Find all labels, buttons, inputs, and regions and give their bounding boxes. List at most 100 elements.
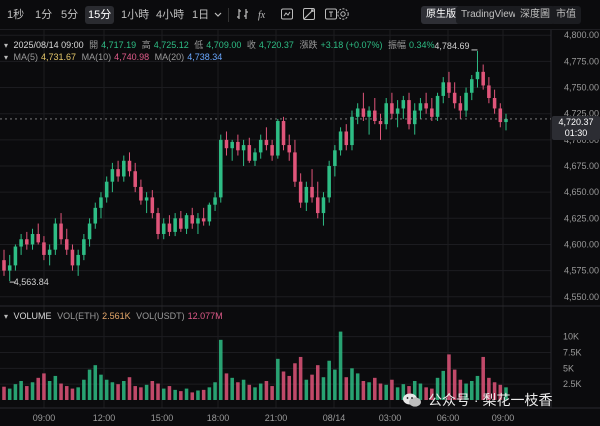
candle-body [139, 186, 143, 201]
candle-body [281, 121, 286, 146]
volume-bar [367, 382, 371, 400]
volume-bar [333, 369, 337, 400]
candle-body [224, 139, 229, 149]
volume-bar [270, 386, 274, 400]
timeframe-5m[interactable]: 5分 [58, 6, 81, 24]
candle [42, 236, 46, 261]
toolbar-divider [228, 8, 229, 22]
low-price-marker: 4,563.84 [14, 277, 49, 287]
wechat-icon [403, 393, 421, 407]
volume-bar [116, 384, 120, 400]
candle [2, 249, 6, 276]
tab-native[interactable]: 原生版 [421, 6, 461, 24]
timeframe-1h[interactable]: 1小時 [118, 6, 152, 24]
open-value: 4,717.19 [101, 40, 137, 50]
timeframe-1d[interactable]: 1日 [189, 6, 212, 24]
price-axis-label: 4,550.00 [564, 292, 599, 302]
candle-countdown: 01:30 [564, 128, 588, 138]
high-value: 4,725.12 [153, 40, 189, 50]
time-axis-label: 03:00 [379, 413, 402, 423]
volume-bar [355, 373, 360, 400]
vol-usdt-label: VOL(USDT) [136, 311, 185, 321]
volume-bar [207, 387, 212, 400]
tab-market-cap[interactable]: 市值 [551, 6, 581, 24]
candle-body [310, 186, 314, 198]
timeframe-4h[interactable]: 4小時 [153, 6, 187, 24]
candle [53, 218, 58, 255]
bar-chart-type-icon[interactable] [236, 7, 250, 21]
candlestick-chart[interactable]: 4,800.004,775.004,750.004,725.004,700.00… [0, 30, 600, 426]
candle-body [430, 108, 434, 117]
tab-tradingview[interactable]: TradingView [456, 6, 522, 24]
candle-body [407, 100, 411, 125]
candle-body [412, 110, 417, 125]
ma20-value: 4,738.34 [187, 52, 223, 62]
chart-area[interactable]: 4,800.004,775.004,750.004,725.004,700.00… [0, 30, 600, 426]
candle-body [36, 234, 40, 243]
candle [327, 160, 331, 203]
volume-bar [390, 379, 394, 400]
candle [241, 139, 246, 166]
candle [224, 131, 229, 156]
candle [236, 134, 240, 156]
collapse-arrow-icon[interactable]: ▾ [4, 53, 8, 62]
candle-body [447, 82, 451, 93]
candle-body [401, 100, 406, 109]
volume-axis-label: 5K [563, 363, 574, 373]
close-label: 收 [246, 40, 256, 50]
compare-icon[interactable] [280, 7, 294, 21]
drawing-icon[interactable] [302, 7, 316, 21]
candle-body [452, 92, 457, 104]
candle-body [82, 239, 86, 255]
candle [82, 234, 86, 261]
volume-bar [395, 387, 400, 400]
time-axis-label: 06:00 [437, 413, 460, 423]
candle-body [247, 145, 252, 161]
candle [373, 98, 377, 125]
candle-body [25, 239, 29, 245]
candle-body [492, 98, 497, 109]
timeframe-1m[interactable]: 1分 [32, 6, 55, 24]
candle [492, 89, 497, 114]
candle [59, 213, 63, 245]
volume-bar [241, 379, 246, 400]
candle [470, 74, 474, 101]
time-axis-label: 12:00 [93, 413, 116, 423]
candle-body [287, 145, 291, 153]
candle [407, 92, 411, 130]
candle [293, 139, 297, 187]
price-axis-label: 4,625.00 [564, 213, 599, 223]
candle-body [390, 103, 394, 114]
timeframe-15m[interactable]: 15分 [85, 6, 115, 24]
candle [361, 92, 366, 122]
chevron-down-icon[interactable] [214, 8, 222, 22]
volume-bar [19, 381, 23, 400]
settings-icon[interactable] [336, 7, 350, 21]
volume-bar [201, 389, 206, 400]
collapse-arrow-icon[interactable]: ▾ [4, 312, 8, 321]
candle-body [116, 169, 120, 177]
price-axis-label: 4,775.00 [564, 56, 599, 66]
indicator-icon[interactable]: fx [258, 7, 272, 21]
collapse-arrow-icon[interactable]: ▾ [4, 41, 8, 50]
candle-body [293, 152, 297, 182]
volume-bar [173, 389, 177, 400]
candle-body [42, 242, 46, 255]
candle [458, 95, 463, 119]
volume-bar [122, 381, 126, 400]
candle-body [47, 249, 52, 255]
volume-bar [219, 339, 223, 400]
tab-depth[interactable]: 深度圖 [515, 6, 555, 24]
timeframe-1s[interactable]: 1秒 [4, 6, 27, 24]
candle-body [504, 118, 508, 123]
candle-body [30, 234, 35, 245]
change-value: +3.18 (+0.07%) [320, 40, 383, 50]
volume-bar [184, 388, 189, 400]
candle-body [76, 254, 80, 266]
volume-bar [42, 373, 46, 400]
candle-body [133, 171, 137, 187]
candle [270, 139, 274, 161]
candle [441, 77, 446, 104]
candle-body [298, 181, 303, 203]
candle-body [315, 197, 320, 214]
